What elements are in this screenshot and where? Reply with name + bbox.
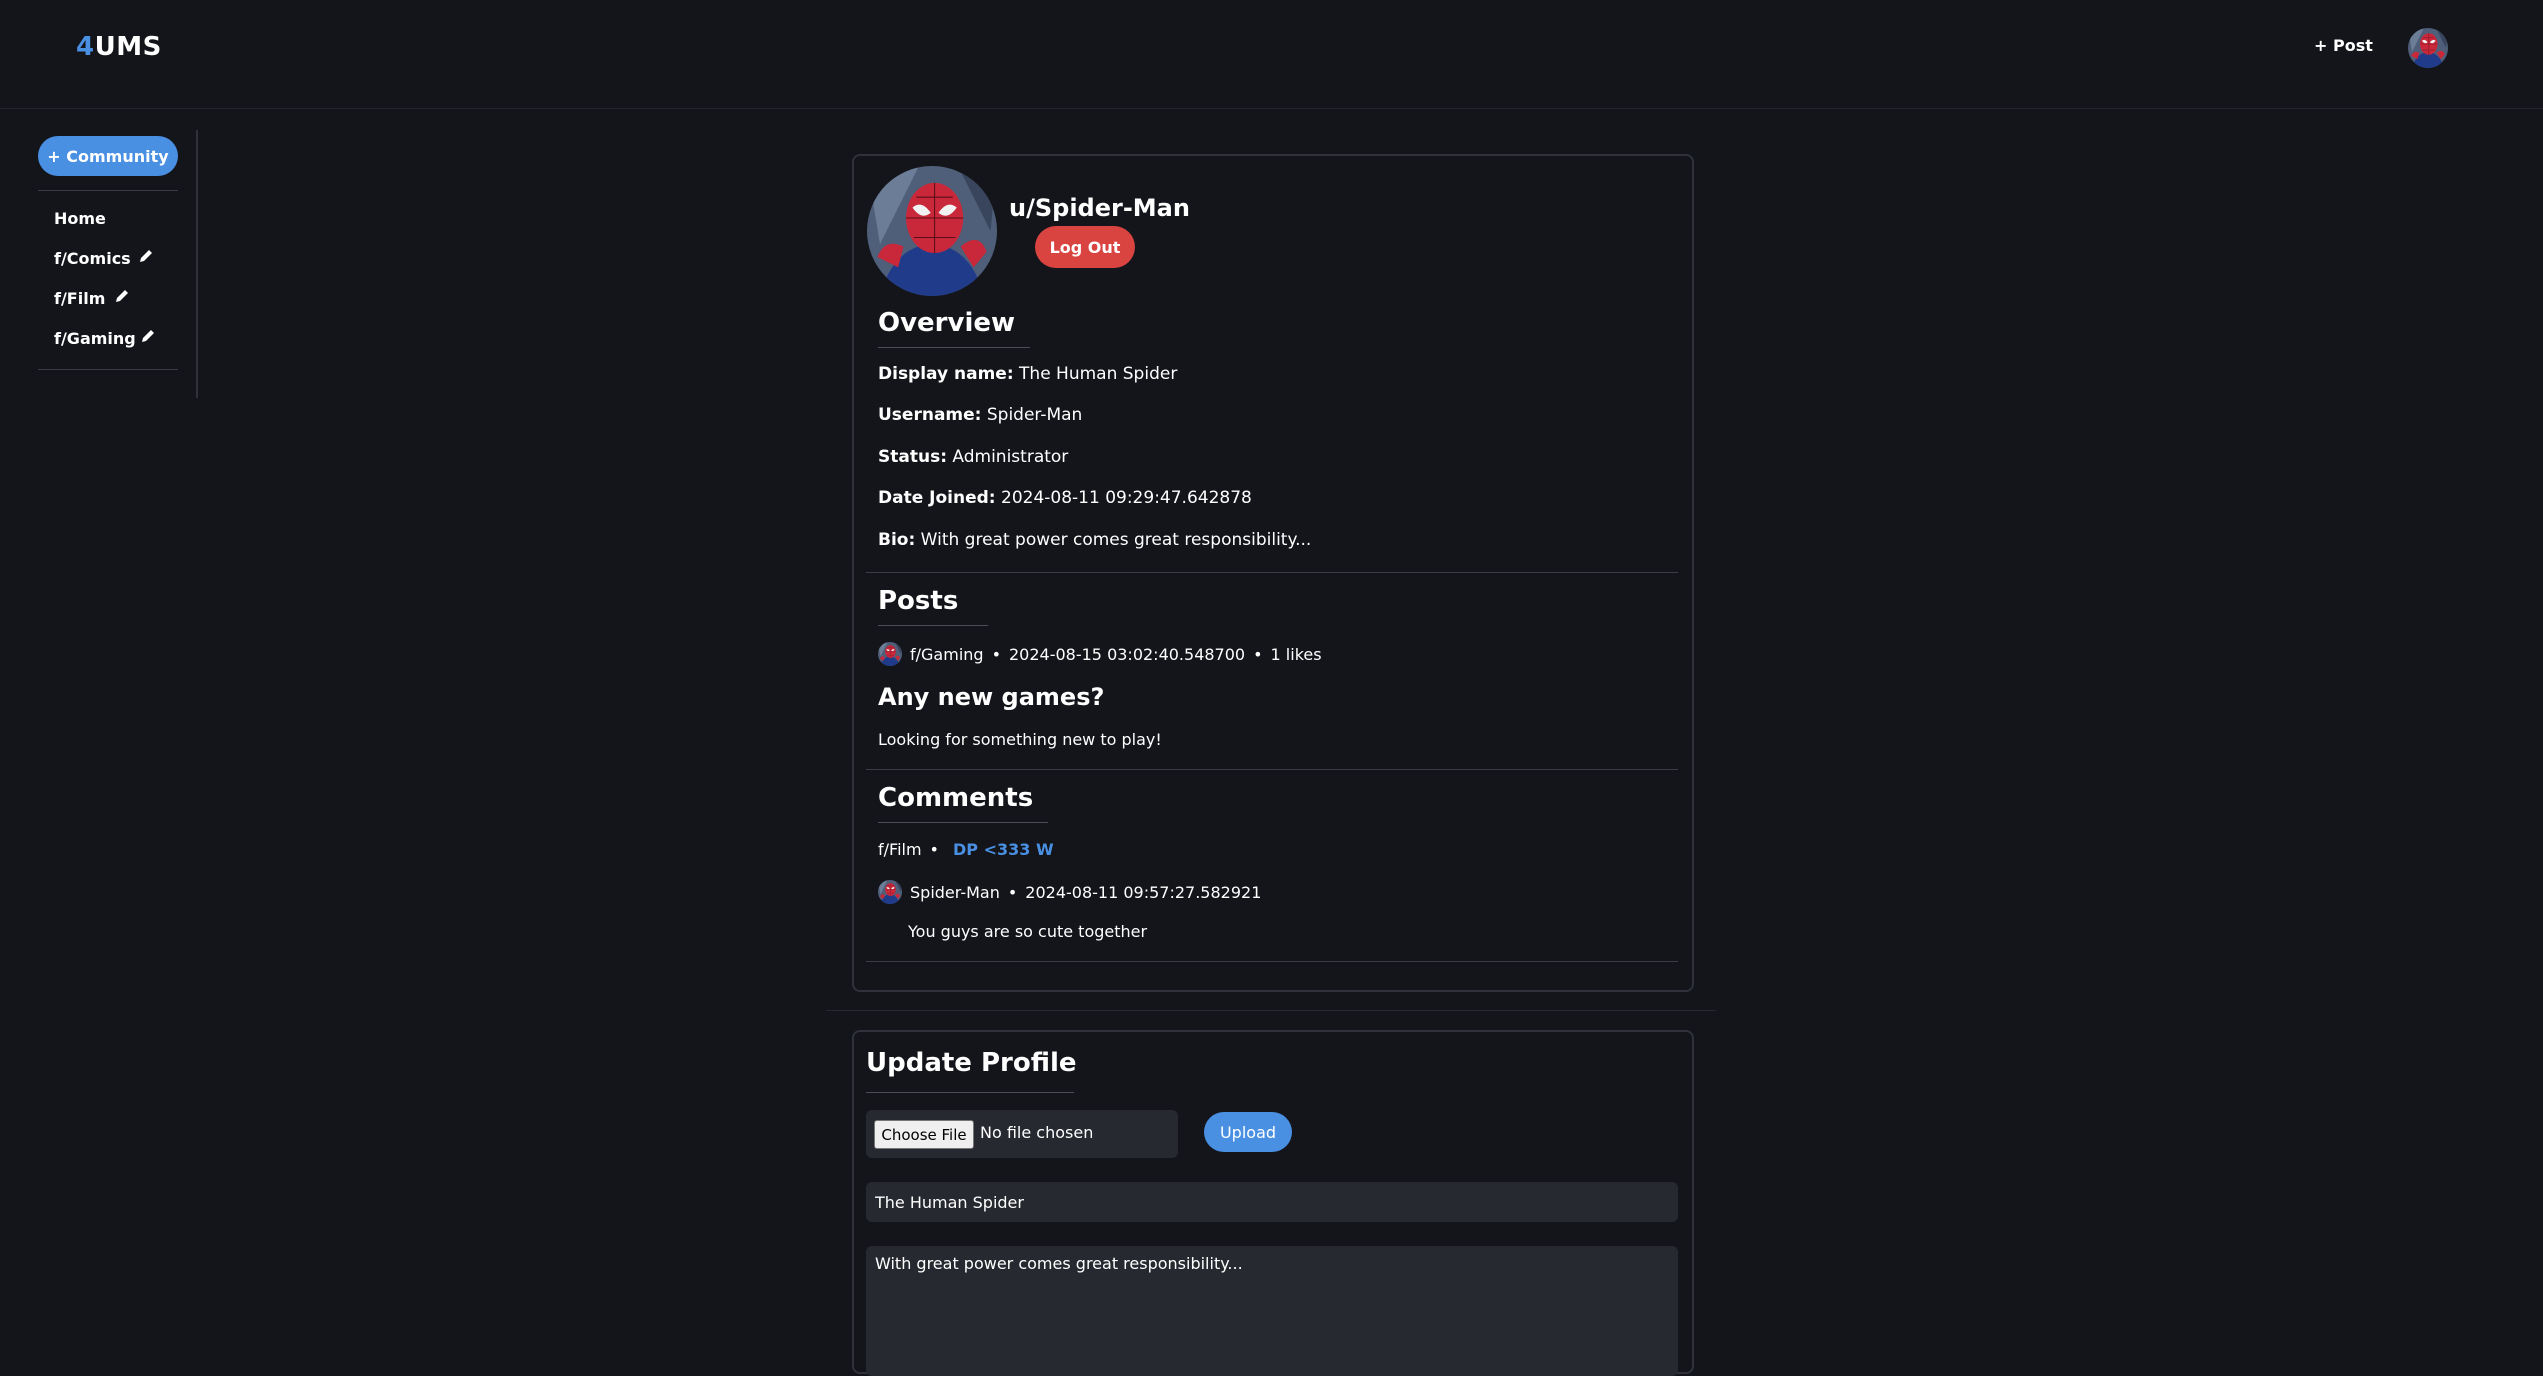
- field-label: Display name:: [878, 364, 1014, 384]
- edit-pencil-icon[interactable]: [137, 247, 155, 265]
- post-meta: f/Gaming • 2024-08-15 03:02:40.548700 • …: [878, 642, 1322, 666]
- update-profile-heading: Update Profile: [866, 1048, 1077, 1078]
- username-field: Username: Spider-Man: [878, 405, 1082, 425]
- choose-file-button[interactable]: Choose File: [874, 1120, 974, 1149]
- field-label: Username:: [878, 405, 982, 425]
- comment-post-link[interactable]: DP <333 W: [953, 840, 1054, 859]
- field-value: The Human Spider: [1019, 364, 1178, 384]
- new-community-button[interactable]: + Community: [38, 136, 178, 176]
- field-value: 2024-08-11 09:29:47.642878: [1001, 488, 1252, 508]
- field-label: Bio:: [878, 530, 916, 550]
- sidebar: + Community Home f/Comics f/Film f/Gamin…: [0, 130, 198, 398]
- posts-heading: Posts: [878, 586, 959, 616]
- sidebar-item-gaming[interactable]: f/Gaming: [54, 329, 136, 348]
- section-divider: [866, 961, 1678, 962]
- top-bar: 4UMS + Post: [0, 0, 2543, 109]
- page-divider: [826, 1010, 1716, 1011]
- field-value: Administrator: [952, 447, 1069, 467]
- sidebar-item-home[interactable]: Home: [54, 209, 106, 228]
- sidebar-item-comics[interactable]: f/Comics: [54, 249, 131, 268]
- avatar: [878, 642, 902, 666]
- meta-separator: •: [991, 644, 1001, 664]
- meta-separator: •: [929, 840, 939, 859]
- edit-pencil-icon[interactable]: [113, 287, 131, 305]
- post-title[interactable]: Any new games?: [878, 683, 1104, 711]
- field-value: Spider-Man: [986, 405, 1083, 425]
- field-value: With great power comes great responsibil…: [920, 530, 1312, 550]
- new-post-button[interactable]: + Post: [2314, 36, 2373, 55]
- avatar[interactable]: [2408, 28, 2448, 68]
- no-file-label: No file chosen: [980, 1123, 1094, 1142]
- bio-textarea[interactable]: With great power comes great responsibil…: [866, 1246, 1678, 1376]
- overview-heading: Overview: [878, 308, 1016, 338]
- section-divider: [866, 769, 1678, 770]
- meta-separator: •: [1253, 644, 1263, 664]
- avatar-image: [2408, 28, 2448, 68]
- display-name-input[interactable]: [866, 1182, 1678, 1222]
- heading-underline: [878, 625, 988, 626]
- comments-heading: Comments: [878, 783, 1034, 813]
- logo-text: UMS: [94, 32, 162, 62]
- upload-button[interactable]: Upload: [1204, 1112, 1292, 1152]
- comment-timestamp: 2024-08-11 09:57:27.582921: [1025, 882, 1262, 902]
- heading-underline: [866, 1092, 1074, 1093]
- post-body: Looking for something new to play!: [878, 730, 1162, 749]
- bio-field: Bio: With great power comes great respon…: [878, 530, 1311, 550]
- post-community-link[interactable]: f/Gaming: [910, 645, 984, 664]
- edit-pencil-icon[interactable]: [139, 327, 157, 345]
- profile-username: u/Spider-Man: [1009, 194, 1190, 222]
- section-divider: [866, 572, 1678, 573]
- logo-accent: 4: [76, 32, 95, 62]
- comment-community-link[interactable]: f/Film: [878, 840, 922, 859]
- comment-author[interactable]: Spider-Man: [910, 883, 1000, 902]
- sidebar-item-film[interactable]: f/Film: [54, 289, 105, 308]
- meta-separator: •: [1007, 882, 1018, 902]
- avatar: [878, 880, 902, 904]
- profile-avatar-image: [867, 166, 997, 296]
- date-joined-field: Date Joined: 2024-08-11 09:29:47.642878: [878, 488, 1252, 508]
- post-timestamp: 2024-08-15 03:02:40.548700: [1009, 644, 1246, 664]
- field-label: Status:: [878, 447, 947, 467]
- comment-context: f/Film • DP <333 W: [878, 840, 1054, 859]
- logout-button[interactable]: Log Out: [1035, 226, 1135, 268]
- post-likes: 1 likes: [1270, 644, 1322, 664]
- profile-avatar: [867, 166, 997, 296]
- sidebar-divider: [38, 369, 178, 370]
- heading-underline: [878, 822, 1048, 823]
- comment-meta: Spider-Man • 2024-08-11 09:57:27.582921: [878, 880, 1261, 904]
- sidebar-divider: [38, 190, 178, 191]
- field-label: Date Joined:: [878, 488, 996, 508]
- profile-card: u/Spider-Man Log Out Overview Display na…: [852, 154, 1694, 992]
- update-profile-card: Update Profile Choose File No file chose…: [852, 1030, 1694, 1376]
- comment-body: You guys are so cute together: [908, 922, 1148, 941]
- logo[interactable]: 4UMS: [76, 32, 162, 62]
- display-name-field: Display name: The Human Spider: [878, 364, 1177, 384]
- heading-underline: [878, 347, 1030, 348]
- file-input[interactable]: Choose File No file chosen: [866, 1110, 1178, 1158]
- status-field: Status: Administrator: [878, 447, 1068, 467]
